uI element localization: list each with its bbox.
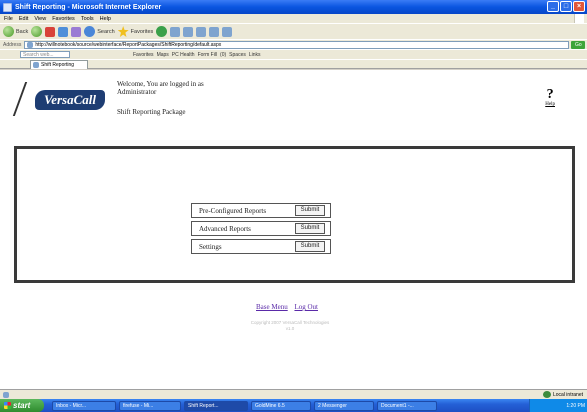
window-controls: _ □ ×	[547, 1, 585, 12]
settings-submit-button[interactable]: Submit	[295, 241, 325, 252]
link-pc-health[interactable]: PC Health	[172, 52, 195, 58]
welcome-message: Welcome, You are logged in as Administra…	[117, 80, 204, 96]
copyright-text: Copyright 2007 VersaCall Technologies v1…	[230, 320, 350, 332]
taskbar-item-inbox[interactable]: Inbox - Micr...	[52, 400, 116, 411]
help-label: Help	[545, 102, 555, 107]
forward-arrow-icon	[31, 26, 43, 37]
security-zone: Local intranet	[542, 391, 583, 398]
status-bar: Local intranet	[0, 389, 587, 399]
messenger-icon[interactable]	[222, 26, 233, 37]
address-url: http://willnotebook/source/webinterface/…	[35, 41, 222, 48]
ie-icon	[3, 2, 12, 12]
taskbar-item-firefuse[interactable]: firefuse - Mi...	[119, 400, 181, 411]
advanced-label: Advanced Reports	[199, 224, 251, 233]
tab-shift-reporting[interactable]: Shift Reporting	[30, 59, 88, 69]
link-form-fill[interactable]: Form Fill	[198, 52, 217, 58]
link-spaces[interactable]: Spaces	[229, 52, 246, 58]
done-icon	[3, 391, 9, 398]
base-menu-link[interactable]: Base Menu	[256, 303, 288, 311]
welcome-line: Welcome, You are logged in as	[117, 80, 204, 88]
taskbar-item-goldmine[interactable]: GoldMine 6.5	[251, 400, 311, 411]
web-search-input[interactable]: Search web...	[20, 51, 70, 58]
address-input[interactable]: http://willnotebook/source/webinterface/…	[24, 40, 570, 49]
history-icon[interactable]	[156, 26, 168, 37]
settings-label: Settings	[199, 242, 222, 251]
intranet-icon	[542, 391, 551, 398]
ie-tab-icon	[33, 61, 39, 68]
menu-edit[interactable]: Edit	[19, 16, 28, 22]
address-label: Address	[3, 41, 22, 48]
help-icon: ?	[546, 87, 554, 102]
close-button[interactable]: ×	[573, 1, 585, 12]
menu-file[interactable]: File	[4, 16, 13, 22]
page-icon	[27, 41, 34, 48]
report-panel: Pre-Configured Reports Submit Advanced R…	[14, 146, 575, 283]
search-button[interactable]: Search	[84, 26, 115, 37]
taskbar-item-document[interactable]: Document1 -...	[377, 400, 437, 411]
refresh-icon[interactable]	[58, 26, 69, 37]
tab-label: Shift Reporting	[41, 61, 75, 68]
username: Administrator	[117, 88, 157, 96]
menu-view[interactable]: View	[34, 16, 46, 22]
advanced-submit-button[interactable]: Submit	[295, 223, 325, 234]
logo-wordmark: VersaCall	[35, 90, 105, 110]
menu-tools[interactable]: Tools	[81, 16, 94, 22]
tab-bar: Shift Reporting	[0, 59, 587, 69]
favorites-button[interactable]: Favorites	[117, 26, 154, 37]
package-title: Shift Reporting Package	[117, 108, 186, 116]
versacall-logo: VersaCall	[12, 78, 112, 122]
folder-icon[interactable]	[209, 26, 220, 37]
windows-flag-icon	[4, 402, 11, 409]
footer-links: Base Menu Log Out	[256, 303, 323, 311]
system-tray: 1:20 PM	[529, 399, 587, 412]
link-maps[interactable]: Maps	[157, 52, 169, 58]
back-arrow-icon	[3, 26, 14, 37]
back-label: Back	[16, 28, 29, 35]
menu-bar: File Edit View Favorites Tools Help	[0, 14, 587, 23]
page-header: VersaCall Welcome, You are logged in as …	[9, 78, 571, 133]
menu-help[interactable]: Help	[100, 16, 111, 22]
window-title: Shift Reporting - Microsoft Internet Exp…	[15, 3, 162, 11]
zone-label: Local intranet	[552, 391, 583, 398]
menu-favorites[interactable]: Favorites	[52, 16, 75, 22]
report-menu: Pre-Configured Reports Submit Advanced R…	[191, 203, 331, 257]
preconfigured-label: Pre-Configured Reports	[199, 206, 267, 215]
clock: 1:20 PM	[566, 402, 585, 409]
preconfigured-submit-button[interactable]: Submit	[295, 205, 325, 216]
link-links[interactable]: Links	[249, 52, 261, 58]
navigation-toolbar: Back Search Favorites	[0, 23, 587, 39]
mail-icon[interactable]	[170, 26, 181, 37]
link-favorites[interactable]: Favorites	[133, 52, 154, 58]
back-button[interactable]: Back	[3, 26, 28, 37]
windows-logo-icon	[574, 14, 584, 23]
forward-button[interactable]	[31, 26, 43, 37]
home-icon[interactable]	[71, 26, 82, 37]
maximize-button[interactable]: □	[560, 1, 572, 12]
stop-icon[interactable]	[45, 26, 56, 37]
window-title-bar: Shift Reporting - Microsoft Internet Exp…	[0, 0, 587, 14]
star-icon	[117, 26, 129, 37]
search-label: Search	[97, 28, 115, 35]
edit-icon[interactable]	[196, 26, 207, 37]
page-content: VersaCall Welcome, You are logged in as …	[0, 70, 587, 389]
menu-row-advanced: Advanced Reports Submit	[191, 221, 331, 236]
version-line: v1.0	[285, 326, 295, 331]
search-icon	[84, 26, 96, 37]
start-button[interactable]: start	[0, 399, 44, 412]
links-toolbar: Search web... Favorites Maps PC Health F…	[0, 49, 587, 59]
link-mail-count[interactable]: (0)	[220, 52, 226, 58]
favorites-label: Favorites	[130, 28, 154, 35]
log-out-link[interactable]: Log Out	[294, 303, 318, 311]
go-button[interactable]: Go	[571, 40, 586, 49]
start-label: start	[13, 401, 31, 410]
address-bar: Address http://willnotebook/source/webin…	[0, 39, 587, 49]
print-icon[interactable]	[183, 26, 194, 37]
minimize-button[interactable]: _	[547, 1, 559, 12]
taskbar-item-shift-report[interactable]: Shift Report...	[184, 400, 248, 411]
taskbar: start Inbox - Micr... firefuse - Mi... S…	[0, 399, 587, 412]
help-link[interactable]: ? Help	[545, 87, 555, 108]
taskbar-item-messenger[interactable]: 2 Messenger	[314, 400, 374, 411]
menu-row-settings: Settings Submit	[191, 239, 331, 254]
menu-row-preconfigured: Pre-Configured Reports Submit	[191, 203, 331, 218]
